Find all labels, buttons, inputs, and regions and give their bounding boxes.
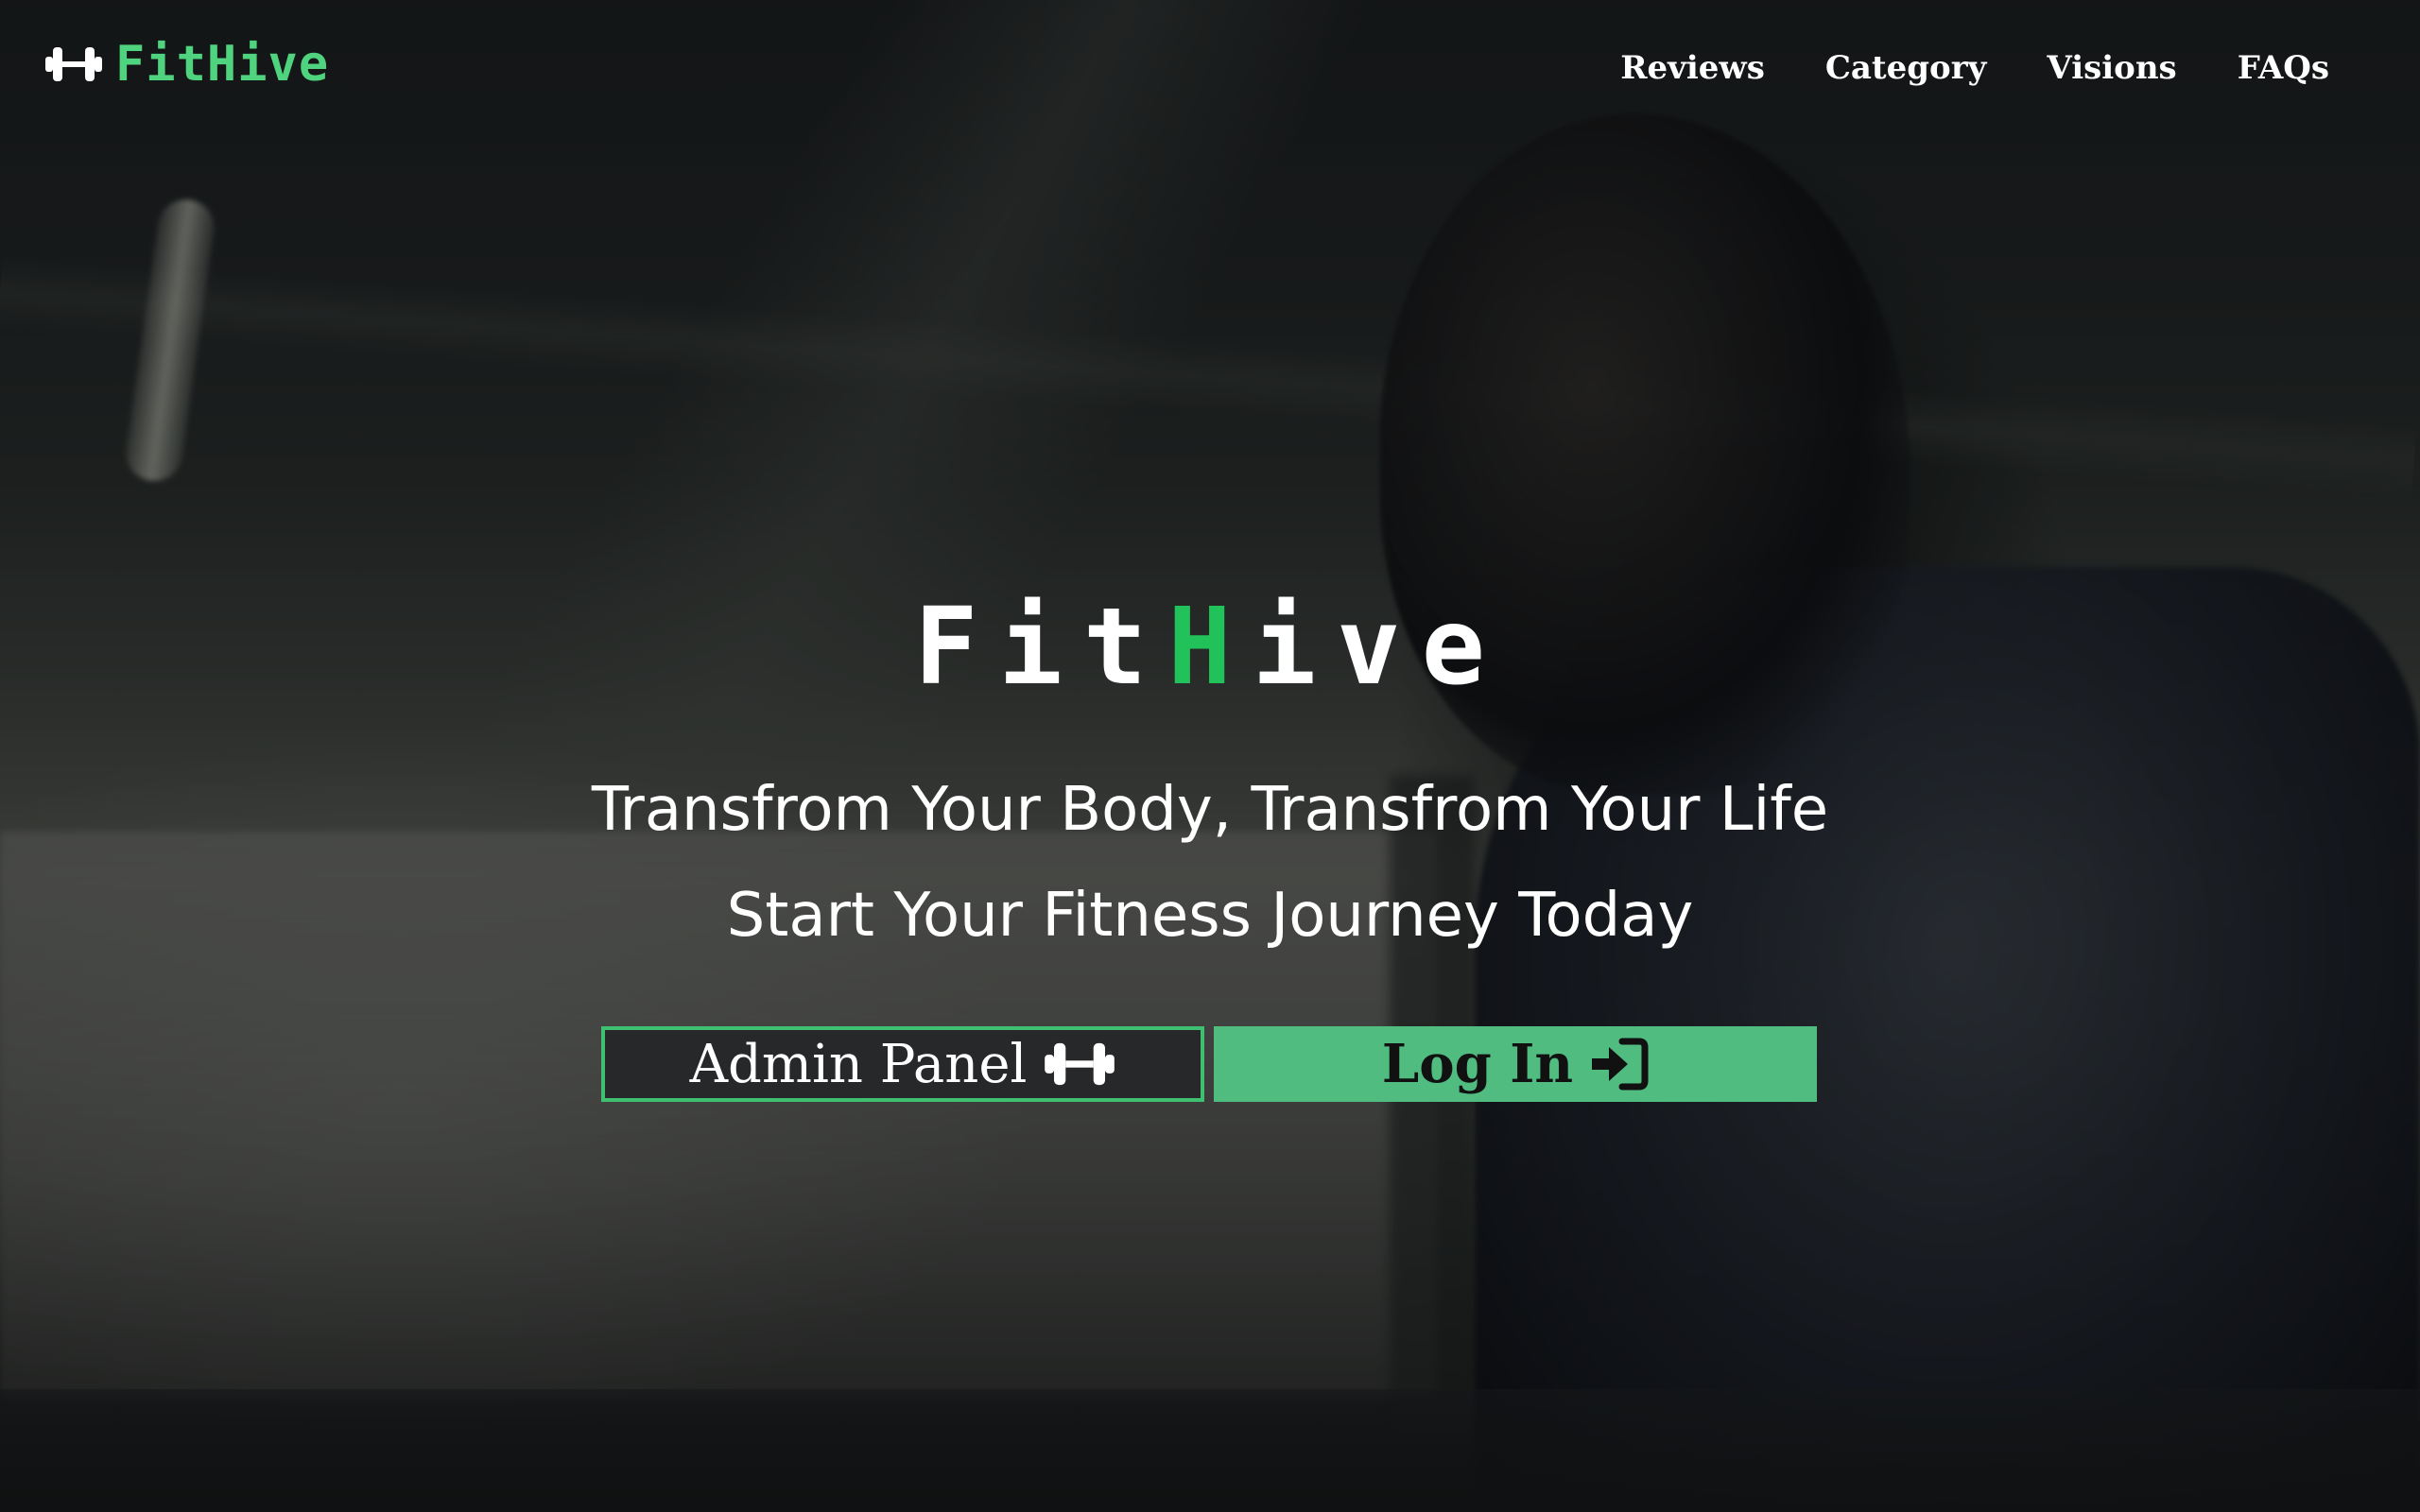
brand-name: FitHive <box>115 36 330 93</box>
nav-link-faqs[interactable]: FAQs <box>2238 49 2329 87</box>
login-button[interactable]: Log In <box>1214 1026 1817 1102</box>
hero-title-part2: ive <box>1252 586 1507 709</box>
nav-link-visions[interactable]: Visions <box>2047 49 2176 87</box>
admin-panel-label: Admin Panel <box>689 1033 1028 1095</box>
nav-link-reviews[interactable]: Reviews <box>1620 49 1765 87</box>
top-nav: Reviews Category Visions FAQs <box>1620 49 2329 87</box>
dumbbell-icon <box>45 43 102 85</box>
sign-in-icon <box>1590 1038 1649 1091</box>
hero-title: FitHive <box>0 586 2420 709</box>
dumbbell-icon <box>1044 1039 1115 1090</box>
hero-tagline-secondary: Start Your Fitness Journey Today <box>726 881 1694 951</box>
hero-tagline-primary: Transfrom Your Body, Transfrom Your Life <box>591 775 1829 845</box>
nav-link-category[interactable]: Category <box>1825 49 1987 87</box>
hero-title-accent: H <box>1167 586 1253 709</box>
hero-title-part1: Fit <box>913 586 1168 709</box>
login-label: Log In <box>1381 1033 1574 1095</box>
hero-section: FitHive Reviews Category Visions FAQs Fi… <box>0 0 2420 1512</box>
admin-panel-button[interactable]: Admin Panel <box>601 1026 1204 1102</box>
brand-logo[interactable]: FitHive <box>45 36 329 93</box>
